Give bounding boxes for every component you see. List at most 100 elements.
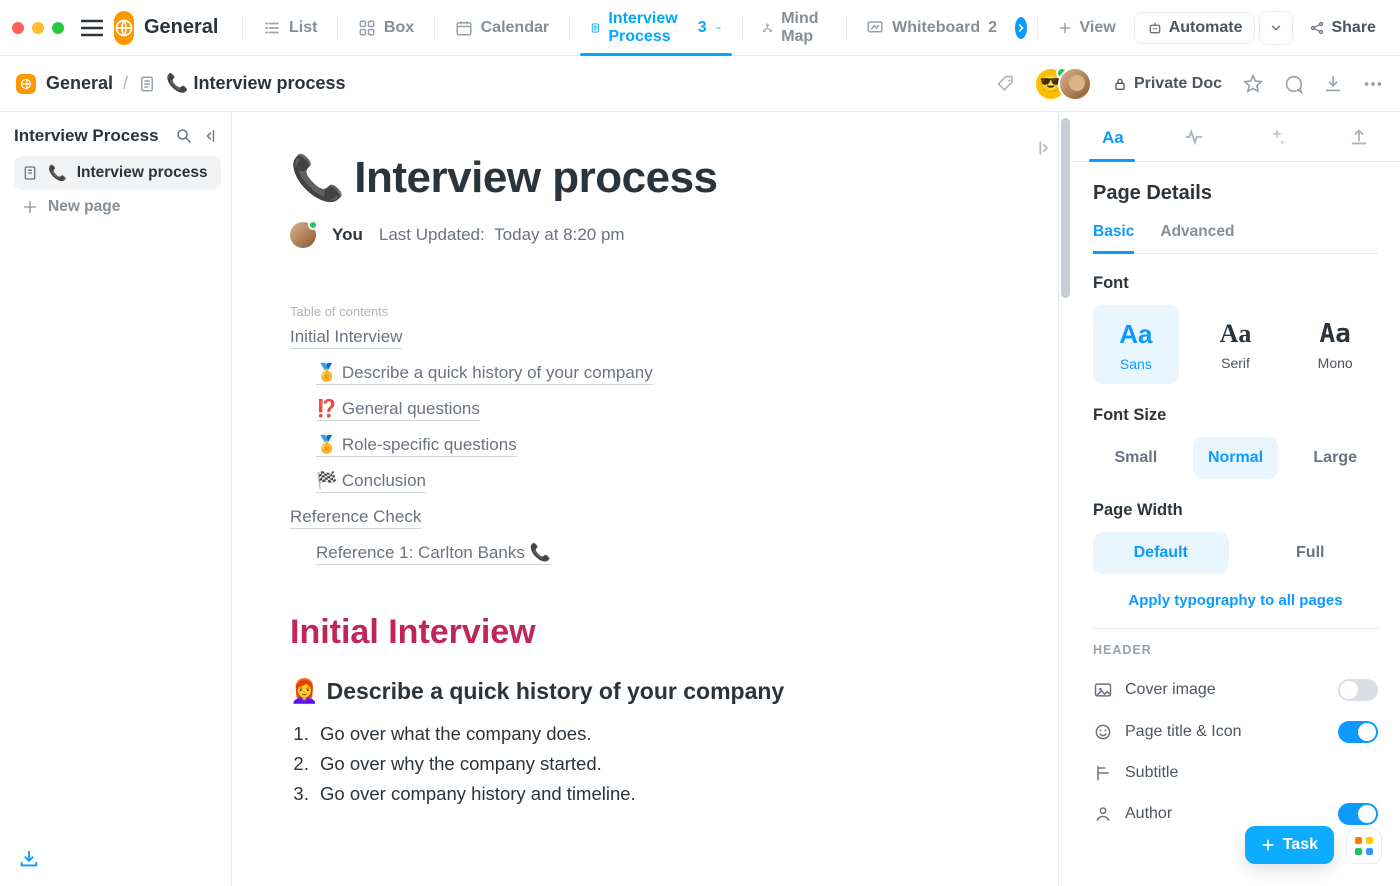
view-list-label: List: [289, 19, 317, 37]
view-box[interactable]: Box: [348, 8, 424, 48]
space-mini-icon[interactable]: [16, 74, 36, 94]
toc-link-conclusion[interactable]: 🏁 Conclusion: [316, 471, 426, 493]
panel-tab-activity[interactable]: [1153, 112, 1235, 161]
document-area[interactable]: 📞 Interview process You Last Updated: To…: [232, 112, 1058, 886]
panel-tab-ai[interactable]: [1236, 112, 1318, 161]
view-doc-interview[interactable]: Interview Process 3: [580, 8, 732, 48]
list-item[interactable]: Go over why the company started.: [314, 749, 1034, 779]
panel-title: Page Details: [1093, 182, 1378, 205]
pagewidth-default[interactable]: Default: [1093, 532, 1229, 574]
heading-company-history-text: Describe a quick history of your company: [327, 678, 785, 705]
doc-icon: [590, 19, 601, 37]
maximize-window-icon[interactable]: [52, 22, 64, 34]
person-icon: 👩‍🦰: [290, 678, 319, 705]
toc-link-general[interactable]: ⁉️ General questions: [316, 399, 480, 421]
main-menu-button[interactable]: [74, 10, 110, 46]
sidebar-item-interview-process[interactable]: 📞 Interview process: [14, 156, 221, 190]
share-button[interactable]: Share: [1297, 13, 1387, 43]
globe-icon: [114, 18, 134, 38]
import-icon: [18, 848, 40, 870]
space-name[interactable]: General: [144, 16, 218, 39]
toc-link-refcheck[interactable]: Reference Check: [290, 507, 421, 529]
toc-link-ref1[interactable]: Reference 1: Carlton Banks 📞: [316, 543, 551, 565]
font-option-serif[interactable]: AaSerif: [1193, 305, 1279, 384]
author-avatar[interactable]: [290, 222, 316, 248]
view-doc-count: 3: [698, 19, 707, 37]
view-whiteboard-label: Whiteboard: [892, 19, 980, 37]
sidebar-search-button[interactable]: [175, 127, 193, 145]
page-title[interactable]: 📞 Interview process: [290, 152, 1034, 204]
list-item[interactable]: Go over what the company does.: [314, 719, 1034, 749]
more-options-button[interactable]: [1362, 73, 1384, 95]
scrollbar-thumb[interactable]: [1061, 118, 1070, 298]
phone-icon: 📞: [166, 73, 188, 93]
title-icon-toggle[interactable]: [1338, 721, 1378, 743]
panel-tab-typography[interactable]: Aa: [1071, 112, 1153, 161]
view-whiteboard[interactable]: Whiteboard 2: [856, 8, 1007, 48]
header-section-label: HEADER: [1093, 643, 1378, 657]
pagewidth-full[interactable]: Full: [1243, 532, 1379, 574]
sidebar-title: Interview Process: [14, 126, 159, 146]
font-mono-label: Mono: [1292, 355, 1378, 371]
breadcrumb-root[interactable]: General: [46, 73, 113, 94]
heading-initial-interview[interactable]: Initial Interview: [290, 613, 1034, 652]
properties-panel: Aa Page Details Basic Advanced Font AaSa…: [1058, 112, 1400, 886]
automate-dropdown[interactable]: [1259, 11, 1293, 45]
subtab-advanced[interactable]: Advanced: [1160, 223, 1234, 253]
fontsize-small[interactable]: Small: [1093, 437, 1179, 479]
comment-icon: [1282, 73, 1304, 95]
panel-tab-export[interactable]: [1318, 112, 1400, 161]
toc-link-role[interactable]: 🏅 Role-specific questions: [316, 435, 517, 457]
presence-avatars[interactable]: 😎: [1034, 67, 1092, 101]
pulse-icon: [1183, 126, 1205, 148]
favorite-button[interactable]: [1242, 73, 1264, 95]
add-view-label: View: [1080, 19, 1116, 37]
automate-button[interactable]: Automate: [1134, 12, 1256, 44]
cover-toggle[interactable]: [1338, 679, 1378, 701]
title-icon-label: Page title & Icon: [1125, 723, 1242, 741]
toc-link-history[interactable]: 🏅 Describe a quick history of your compa…: [316, 363, 653, 385]
company-history-list[interactable]: Go over what the company does. Go over w…: [290, 719, 1034, 809]
add-view-button[interactable]: View: [1048, 8, 1126, 48]
download-button[interactable]: [1322, 73, 1344, 95]
sparkle-icon: [1266, 126, 1288, 148]
heading-company-history[interactable]: 👩‍🦰 Describe a quick history of your com…: [290, 678, 1034, 705]
comments-button[interactable]: [1282, 73, 1304, 95]
window-controls: [12, 22, 64, 34]
toc-link-initial[interactable]: Initial Interview: [290, 327, 402, 349]
fontsize-large[interactable]: Large: [1292, 437, 1378, 479]
plus-icon: [1058, 21, 1072, 35]
header-row-cover: Cover image: [1093, 669, 1378, 711]
close-window-icon[interactable]: [12, 22, 24, 34]
author-toggle[interactable]: [1338, 803, 1378, 825]
subtab-basic[interactable]: Basic: [1093, 223, 1134, 254]
breadcrumb-page[interactable]: 📞 Interview process: [166, 73, 346, 94]
fontsize-normal[interactable]: Normal: [1193, 437, 1279, 479]
sidebar-import-button[interactable]: [14, 842, 221, 876]
collapse-right-icon: [1032, 138, 1052, 158]
robot-icon: [1147, 20, 1163, 36]
view-calendar[interactable]: Calendar: [445, 8, 559, 48]
new-task-button[interactable]: Task: [1245, 826, 1334, 864]
space-icon[interactable]: [114, 11, 134, 45]
pagewidth-section-label: Page Width: [1093, 501, 1378, 520]
privacy-button[interactable]: Private Doc: [1102, 64, 1232, 104]
sidebar-new-page-button[interactable]: New page: [14, 190, 221, 224]
nav-scroll-right-button[interactable]: [1015, 17, 1027, 39]
automate-label: Automate: [1169, 19, 1243, 37]
sidebar-collapse-button[interactable]: [203, 127, 221, 145]
apps-launcher-button[interactable]: [1346, 828, 1382, 864]
list-item[interactable]: Go over company history and timeline.: [314, 779, 1034, 809]
tag-button[interactable]: [988, 66, 1024, 102]
scrollbar[interactable]: [1059, 112, 1071, 886]
apply-typography-link[interactable]: Apply typography to all pages: [1128, 592, 1342, 609]
upload-icon: [1348, 126, 1370, 148]
view-list[interactable]: List: [253, 8, 327, 48]
minimize-window-icon[interactable]: [32, 22, 44, 34]
font-option-sans[interactable]: AaSans: [1093, 305, 1179, 384]
globe-icon: [20, 78, 32, 90]
font-options: AaSans AaSerif AaMono: [1093, 305, 1378, 384]
font-option-mono[interactable]: AaMono: [1292, 305, 1378, 384]
view-mindmap[interactable]: Mind Map: [752, 8, 835, 48]
right-panel-collapse-button[interactable]: [1028, 134, 1056, 162]
